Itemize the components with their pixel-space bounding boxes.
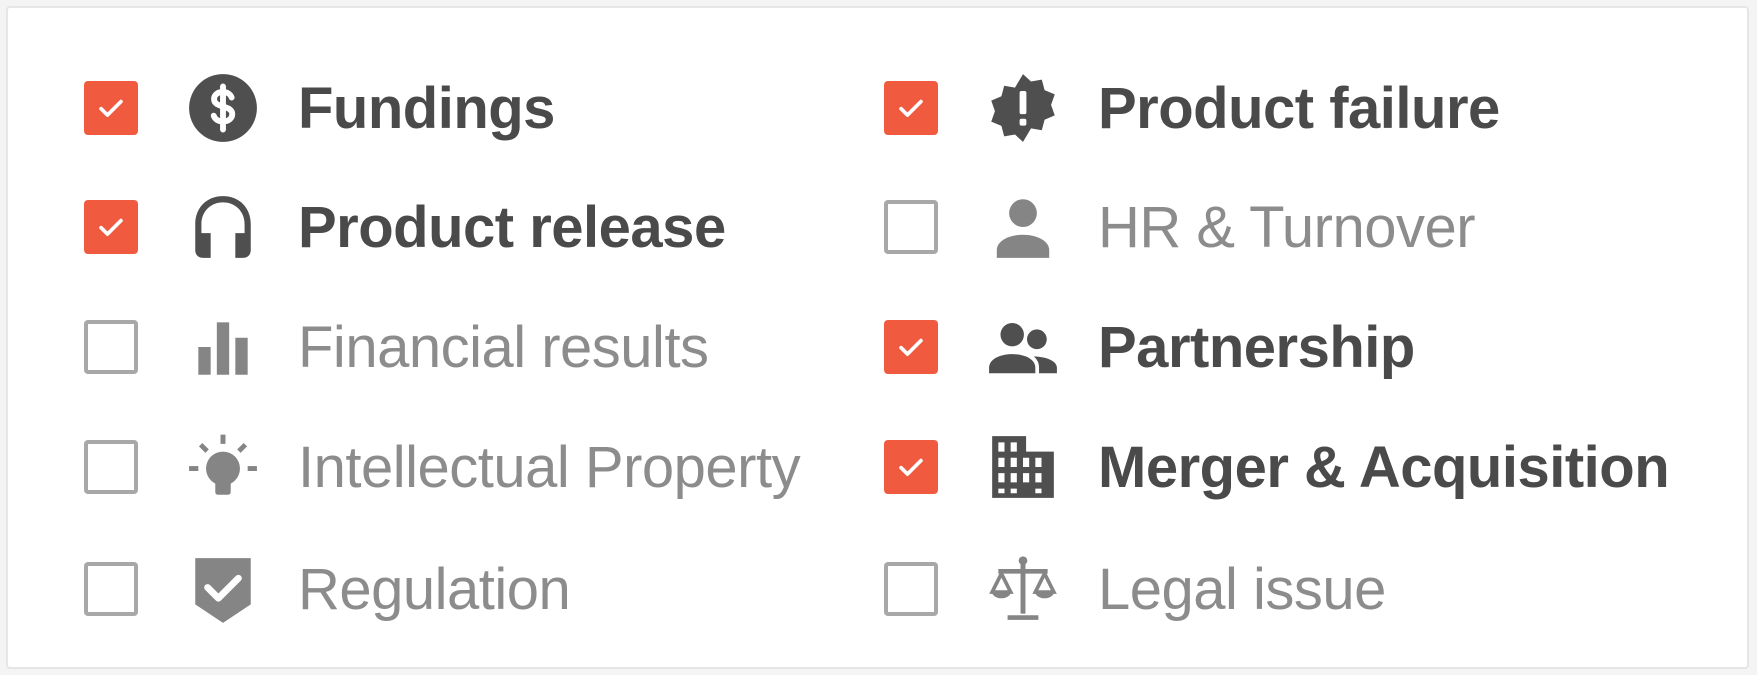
- checkbox-merger-acquisition[interactable]: [884, 440, 938, 494]
- shield-check-icon: [183, 549, 263, 629]
- filter-item-product-failure[interactable]: Product failure: [884, 74, 1500, 142]
- filter-label: Regulation: [298, 556, 571, 622]
- filter-item-partnership[interactable]: Partnership: [884, 315, 1415, 380]
- filter-item-regulation[interactable]: Regulation: [84, 557, 571, 623]
- filter-label: Partnership: [1098, 314, 1415, 380]
- checkbox-financial-results[interactable]: [84, 320, 138, 374]
- filter-item-fundings[interactable]: Fundings: [84, 74, 555, 142]
- filter-label: Fundings: [298, 75, 555, 141]
- filter-label: Legal issue: [1098, 556, 1386, 622]
- filter-item-product-release[interactable]: Product release: [84, 195, 726, 260]
- scales-icon: [983, 549, 1063, 629]
- bar-chart-icon: [183, 307, 263, 387]
- checkbox-regulation[interactable]: [84, 562, 138, 616]
- checkbox-product-release[interactable]: [84, 200, 138, 254]
- checkmark-icon: [899, 458, 923, 476]
- checkbox-intellectual-property[interactable]: [84, 440, 138, 494]
- filter-label: HR & Turnover: [1098, 194, 1476, 260]
- filter-item-financial-results[interactable]: Financial results: [84, 315, 709, 380]
- filter-item-merger-acquisition[interactable]: Merger & Acquisition: [884, 435, 1670, 500]
- checkbox-legal-issue[interactable]: [884, 562, 938, 616]
- alert-badge-icon: [983, 68, 1063, 148]
- filter-label: Product failure: [1098, 75, 1500, 141]
- checkbox-partnership[interactable]: [884, 320, 938, 374]
- checkmark-icon: [99, 218, 123, 236]
- checkmark-icon: [99, 99, 123, 117]
- people-icon: [983, 307, 1063, 387]
- filter-label: Product release: [298, 194, 726, 260]
- filter-item-intellectual-property[interactable]: Intellectual Property: [84, 435, 801, 500]
- dollar-circle-icon: [183, 68, 263, 148]
- checkmark-icon: [899, 99, 923, 117]
- checkbox-fundings[interactable]: [84, 81, 138, 135]
- filter-item-hr-turnover[interactable]: HR & Turnover: [884, 195, 1476, 260]
- filter-label: Intellectual Property: [298, 434, 801, 500]
- checkbox-hr-turnover[interactable]: [884, 200, 938, 254]
- checkbox-product-failure[interactable]: [884, 81, 938, 135]
- person-icon: [983, 187, 1063, 267]
- filter-panel: Fundings Product release Financial resul…: [6, 6, 1749, 669]
- filter-item-legal-issue[interactable]: Legal issue: [884, 556, 1386, 622]
- lightbulb-icon: [183, 427, 263, 507]
- headphones-icon: [183, 187, 263, 267]
- checkmark-icon: [899, 338, 923, 356]
- filter-label: Merger & Acquisition: [1098, 434, 1670, 500]
- building-icon: [983, 427, 1063, 507]
- filter-label: Financial results: [298, 314, 709, 380]
